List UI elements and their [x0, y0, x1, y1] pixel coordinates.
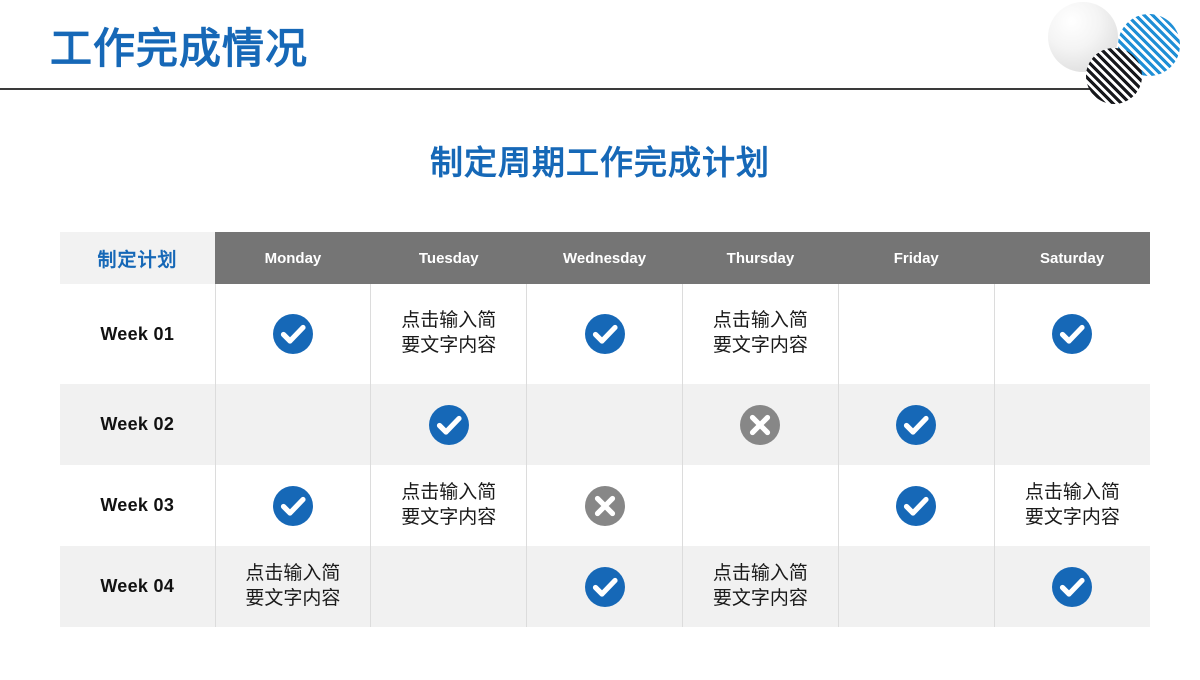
check-circle-icon[interactable] [584, 566, 626, 608]
decoration-group [1030, 0, 1200, 115]
table-cell[interactable] [526, 465, 683, 546]
table-cell[interactable]: 点击输入简 要文字内容 [214, 546, 372, 627]
table-cell[interactable]: 点击输入简 要文字内容 [682, 284, 839, 384]
table-cell[interactable] [370, 546, 528, 627]
cell-placeholder-text: 点击输入简 要文字内容 [1024, 481, 1120, 528]
column-header-tuesday: Tuesday [370, 232, 527, 284]
column-header-friday: Friday [838, 232, 995, 284]
cell-placeholder-text: 点击输入简 要文字内容 [245, 562, 341, 609]
cell-empty [448, 591, 449, 592]
check-circle-icon[interactable] [428, 404, 470, 446]
cell-empty [916, 338, 917, 339]
table-cell[interactable]: 点击输入简 要文字内容 [370, 284, 528, 384]
cell-empty [292, 429, 293, 430]
cross-circle-icon[interactable] [584, 485, 626, 527]
cell-empty [604, 429, 605, 430]
row-label-week: Week 04 [60, 546, 216, 627]
table-cell[interactable] [993, 384, 1150, 465]
check-circle-icon[interactable] [1051, 566, 1093, 608]
table-cell[interactable]: 点击输入简 要文字内容 [370, 465, 528, 546]
column-header-monday: Monday [215, 232, 371, 284]
slide-root: 工作完成情况 制定周期工作完成计划 制定计划 Monday Tuesday We… [0, 0, 1200, 680]
dark-striped-circle-decoration-icon [1086, 48, 1142, 104]
table-cell[interactable]: 点击输入简 要文字内容 [682, 546, 839, 627]
table-cell[interactable] [526, 384, 683, 465]
cross-circle-icon[interactable] [739, 404, 781, 446]
header-divider [0, 88, 1092, 90]
gradient-circle-decoration-icon [1048, 2, 1118, 72]
table-cell[interactable] [837, 284, 995, 384]
table-cell[interactable] [526, 546, 683, 627]
check-circle-icon[interactable] [895, 404, 937, 446]
table-cell[interactable] [214, 284, 372, 384]
table-cell[interactable] [993, 546, 1150, 627]
cell-empty [1072, 429, 1073, 430]
row-label-week: Week 03 [60, 465, 216, 546]
table-cell[interactable] [214, 465, 372, 546]
check-circle-icon[interactable] [272, 485, 314, 527]
cell-empty [760, 510, 761, 511]
table-row: Week 01 点击输入简 要文字内容 点击输入简 要文字内容 [60, 284, 1150, 384]
table-row: Week 02 [60, 384, 1150, 465]
blue-striped-circle-decoration-icon [1118, 14, 1180, 76]
check-circle-icon[interactable] [272, 313, 314, 355]
table-row: Week 04 点击输入简 要文字内容 点击输入简 要文字内容 [60, 546, 1150, 627]
section-subtitle: 制定周期工作完成计划 [430, 144, 770, 181]
check-circle-icon[interactable] [584, 313, 626, 355]
check-circle-icon[interactable] [895, 485, 937, 527]
table-cell[interactable] [682, 384, 839, 465]
row-label-week: Week 02 [60, 384, 216, 465]
table-cell[interactable] [214, 384, 372, 465]
plan-table-container: 制定计划 Monday Tuesday Wednesday Thursday F… [60, 232, 1150, 627]
cell-placeholder-text: 点击输入简 要文字内容 [401, 481, 497, 528]
table-body: Week 01 点击输入简 要文字内容 点击输入简 要文字内容 Week 02 Week… [60, 284, 1150, 627]
plan-table: 制定计划 Monday Tuesday Wednesday Thursday F… [60, 232, 1150, 627]
table-head: 制定计划 Monday Tuesday Wednesday Thursday F… [60, 232, 1150, 284]
column-header-wednesday: Wednesday [526, 232, 683, 284]
table-cell[interactable] [837, 384, 995, 465]
table-cell[interactable] [370, 384, 528, 465]
table-cell[interactable] [526, 284, 683, 384]
table-row: Week 03 点击输入简 要文字内容 点击输入简 要文字内容 [60, 465, 1150, 546]
table-corner-label: 制定计划 [60, 232, 216, 284]
table-cell[interactable]: 点击输入简 要文字内容 [993, 465, 1150, 546]
table-cell[interactable] [837, 546, 995, 627]
table-cell[interactable] [837, 465, 995, 546]
cell-empty [916, 591, 917, 592]
page-title: 工作完成情况 [50, 25, 309, 72]
table-cell[interactable] [682, 465, 839, 546]
table-header-row: 制定计划 Monday Tuesday Wednesday Thursday F… [60, 232, 1150, 284]
cell-placeholder-text: 点击输入简 要文字内容 [712, 562, 808, 609]
table-cell[interactable] [993, 284, 1150, 384]
column-header-saturday: Saturday [994, 232, 1150, 284]
cell-placeholder-text: 点击输入简 要文字内容 [401, 310, 497, 356]
check-circle-icon[interactable] [1051, 313, 1093, 355]
cell-placeholder-text: 点击输入简 要文字内容 [712, 310, 808, 356]
row-label-week: Week 01 [60, 284, 216, 384]
column-header-thursday: Thursday [682, 232, 839, 284]
